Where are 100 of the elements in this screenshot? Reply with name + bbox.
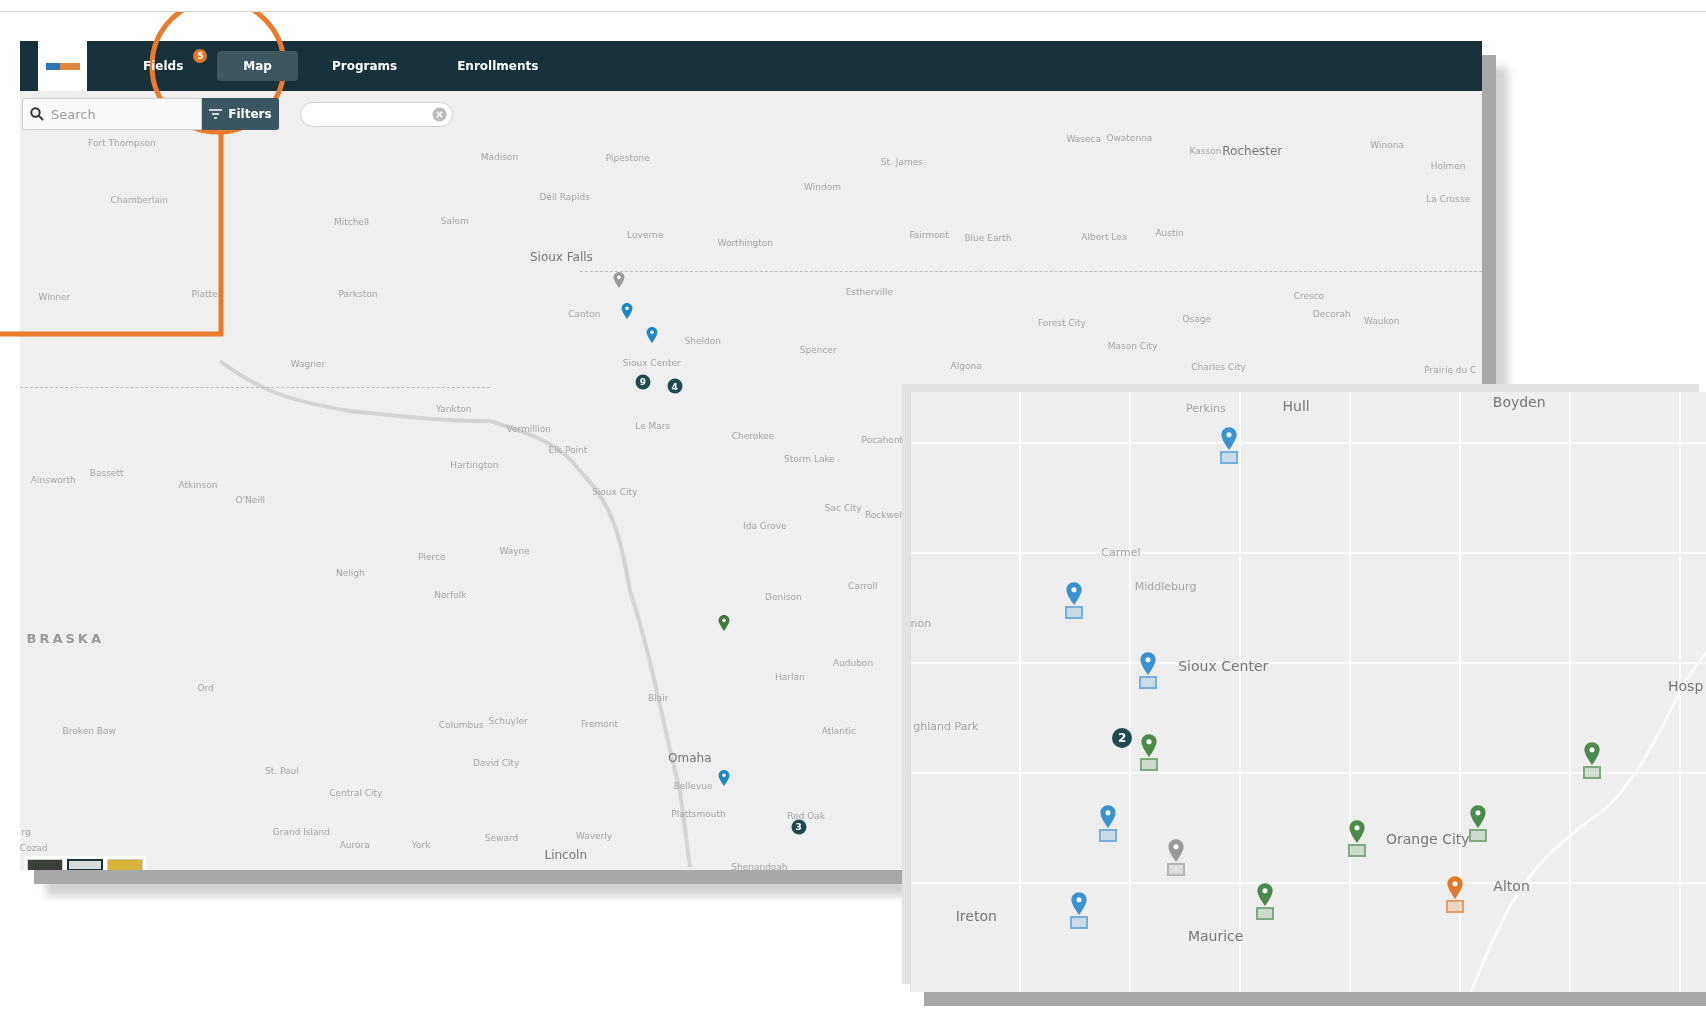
place-label: Ida Grove bbox=[743, 520, 787, 531]
place-label: Austin bbox=[1155, 227, 1184, 238]
map-pin-icon[interactable] bbox=[1468, 804, 1487, 829]
place-label: Bassett bbox=[89, 468, 124, 479]
map-pin-icon[interactable] bbox=[620, 302, 633, 320]
place-label: Ord bbox=[197, 682, 214, 693]
logo-icon bbox=[45, 62, 80, 70]
place-label: Neligh bbox=[336, 568, 365, 579]
place-label: Carmel bbox=[1101, 545, 1141, 559]
place-label: Sheldon bbox=[684, 335, 722, 346]
place-label: David City bbox=[472, 757, 520, 768]
map-pin-icon[interactable] bbox=[1069, 891, 1088, 916]
filters-button[interactable]: Filters bbox=[202, 98, 279, 130]
cluster-marker[interactable]: 2 bbox=[1112, 727, 1133, 748]
place-label: Fremont bbox=[580, 718, 618, 729]
place-label: Schuyler bbox=[488, 716, 528, 727]
map-pin-icon[interactable] bbox=[613, 271, 626, 289]
map-pin-icon[interactable] bbox=[717, 614, 730, 632]
place-label: Cozad bbox=[20, 842, 48, 853]
map-pin-icon[interactable] bbox=[1255, 882, 1274, 907]
place-label: Alton bbox=[1493, 877, 1530, 894]
place-label: Madison bbox=[480, 151, 519, 162]
place-label: ghland Park bbox=[913, 719, 979, 733]
count-badge: 5 bbox=[193, 49, 208, 63]
place-label: Perkins bbox=[1186, 401, 1226, 415]
place-label: Charles City bbox=[1191, 361, 1246, 372]
place-label: Omaha bbox=[668, 751, 712, 766]
place-label: Wayne bbox=[499, 545, 530, 556]
place-label: Prairie du C bbox=[1424, 364, 1477, 375]
place-label: Fort Thompson bbox=[88, 137, 156, 148]
place-label: Vermillion bbox=[506, 423, 552, 434]
place-label: York bbox=[411, 840, 431, 851]
cluster-marker[interactable]: 4 bbox=[667, 378, 683, 394]
nav-tab[interactable]: Map bbox=[217, 51, 298, 81]
place-label: Winner bbox=[38, 292, 71, 302]
place-label: Columbus bbox=[438, 719, 484, 730]
place-label: Forest City bbox=[1037, 318, 1086, 329]
search-field[interactable]: Search bbox=[22, 98, 202, 130]
field-outline bbox=[1219, 451, 1238, 465]
place-label: Albert Lea bbox=[1081, 232, 1128, 243]
cluster-marker[interactable]: 3 bbox=[791, 819, 807, 835]
place-label: Maurice bbox=[1187, 928, 1244, 944]
place-label: Aurora bbox=[339, 840, 370, 851]
map-pin-icon[interactable] bbox=[717, 770, 730, 787]
place-label: Winona bbox=[1370, 139, 1404, 150]
place-label: Sac City bbox=[824, 503, 862, 514]
text-field[interactable] bbox=[300, 101, 453, 127]
field-outline bbox=[1139, 675, 1158, 689]
place-label: Boyden bbox=[1492, 393, 1546, 410]
place-label: Shenandoah bbox=[731, 862, 788, 870]
place-label: Sioux Falls bbox=[529, 249, 593, 264]
place-label: Le Mars bbox=[635, 421, 671, 432]
cluster-marker[interactable]: 9 bbox=[635, 374, 651, 390]
place-label: Owatonna bbox=[1106, 133, 1153, 144]
place-label: Luverne bbox=[627, 230, 664, 240]
map-pin-icon[interactable] bbox=[1140, 733, 1159, 758]
place-label: O'Neill bbox=[235, 495, 265, 506]
nav-tab[interactable]: Enrollments bbox=[431, 51, 565, 81]
place-label: Hull bbox=[1282, 398, 1310, 415]
place-label: Denison bbox=[765, 592, 802, 603]
place-label: Windom bbox=[804, 182, 841, 193]
place-label: Sioux Center bbox=[1178, 658, 1269, 675]
place-label: St. Paul bbox=[264, 766, 299, 777]
place-label: Cherokee bbox=[731, 431, 775, 442]
field-outline bbox=[1255, 907, 1274, 921]
region-label: BRASKA bbox=[26, 630, 104, 646]
place-label: Waverly bbox=[575, 830, 613, 841]
field-outline bbox=[1065, 605, 1084, 619]
map-pin-icon[interactable] bbox=[1065, 581, 1084, 606]
place-label: Bellevue bbox=[673, 780, 713, 791]
place-label: Yankton bbox=[435, 404, 472, 415]
place-label: Pocahont bbox=[861, 434, 904, 445]
place-label: Sioux Center bbox=[622, 358, 681, 369]
map-pin-icon[interactable] bbox=[1167, 838, 1186, 863]
map-pin-icon[interactable] bbox=[1219, 427, 1238, 452]
map-pin-icon[interactable] bbox=[1446, 875, 1464, 900]
place-label: Pierce bbox=[418, 552, 446, 563]
map-pin-icon[interactable] bbox=[1583, 741, 1602, 766]
map-pin-icon[interactable] bbox=[1348, 819, 1367, 844]
place-label: Central City bbox=[329, 788, 383, 799]
place-label: Harlan bbox=[775, 671, 805, 682]
place-label: Storm Lake bbox=[784, 454, 835, 465]
place-label: Dell Rapids bbox=[539, 191, 590, 202]
place-label: Spencer bbox=[799, 345, 837, 356]
clear-icon[interactable] bbox=[432, 106, 447, 122]
map-pin-icon[interactable] bbox=[1098, 804, 1117, 829]
field-outline bbox=[1098, 829, 1117, 842]
place-label: Osage bbox=[1182, 313, 1212, 324]
field-outline bbox=[1348, 844, 1367, 858]
nav-tab[interactable]: Programs bbox=[305, 51, 424, 81]
place-label: Audubon bbox=[832, 657, 874, 668]
place-label: La Crosse bbox=[1426, 194, 1470, 205]
map-pin-icon[interactable] bbox=[1139, 651, 1158, 676]
basemap-thumbnail[interactable] bbox=[67, 859, 103, 870]
place-label: Orange City bbox=[1386, 831, 1470, 848]
filter-icon bbox=[209, 109, 223, 119]
place-label: Plattsmouth bbox=[671, 808, 726, 819]
place-label: St. James bbox=[880, 157, 923, 168]
map-pin-icon[interactable] bbox=[645, 326, 658, 344]
place-label: Ireton bbox=[955, 908, 997, 925]
